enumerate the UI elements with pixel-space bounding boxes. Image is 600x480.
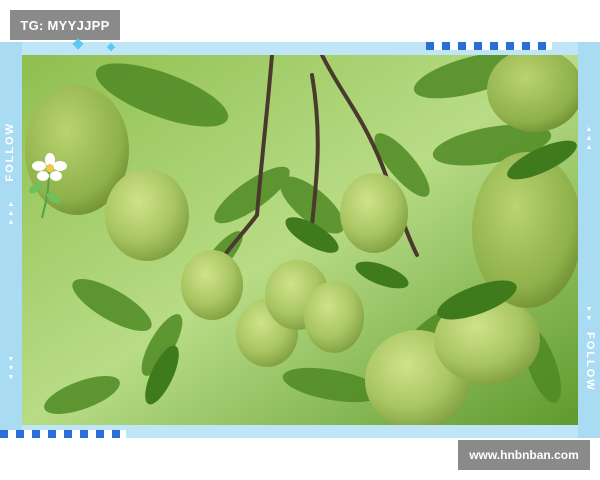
arrow-marks-right-lower-icon: ▼ ▼ — [585, 306, 593, 322]
arrow-marks-left-lower-icon: ▼ ▼ ▼ — [7, 356, 15, 381]
guava-photo — [22, 55, 578, 425]
arrow-marks-right-icon: ▲ ▲ ▲ — [585, 126, 593, 151]
watermark-tag-label: TG: MYYJJPP — [10, 10, 120, 40]
arrow-marks-left-icon: ▲ ▲ ▲ — [7, 201, 15, 226]
flower-icon — [20, 150, 80, 220]
checker-strip-bottom — [0, 430, 126, 438]
watermark-url-label: www.hnbnban.com — [458, 440, 590, 470]
checker-strip-top — [426, 42, 552, 50]
follow-label-right: FOLLOW — [584, 332, 596, 392]
follow-label-left: FOLLOW — [4, 122, 16, 182]
